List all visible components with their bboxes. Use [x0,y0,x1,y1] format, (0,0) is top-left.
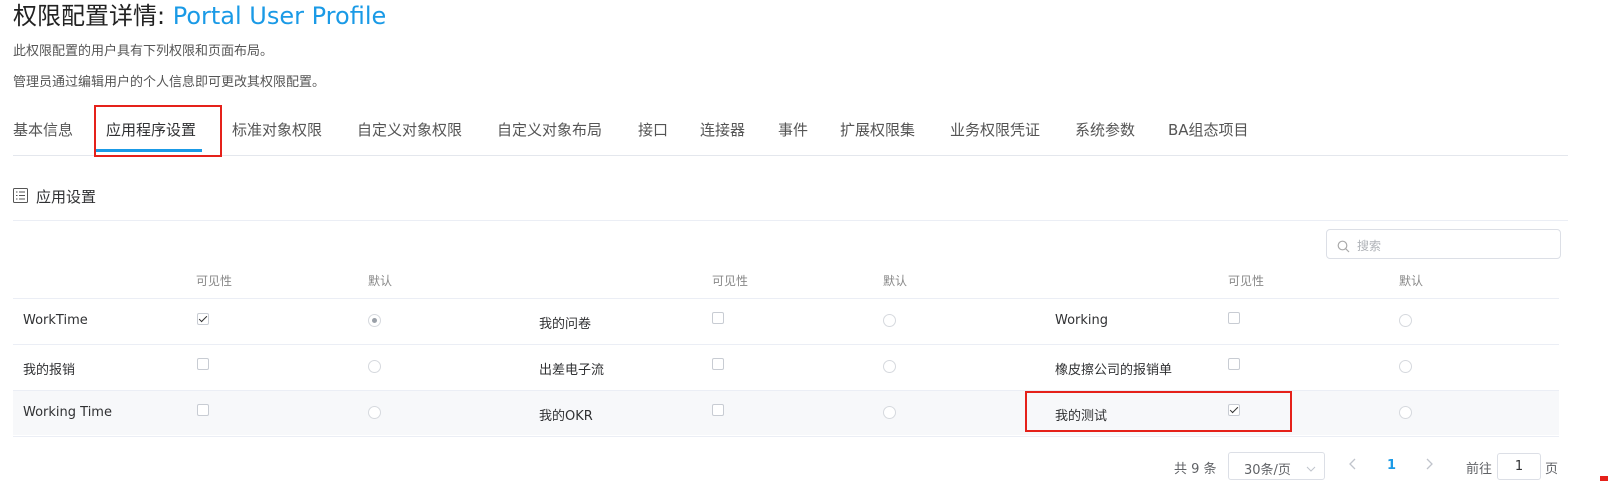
section-title: 应用设置 [36,188,97,206]
pagination-total: 共 9 条 [1174,462,1217,477]
tab-standard-object-permissions[interactable]: 标准对象权限 [232,119,322,140]
tab-highlight-box [94,105,222,157]
column-header-visibility: 可见性 [196,274,233,288]
app-name: WorkTime [23,313,88,328]
default-radio[interactable] [883,406,896,419]
app-name: Working [1055,313,1109,328]
row-highlight-box [1025,391,1292,432]
section-divider [13,220,1568,221]
visibility-checkbox[interactable] [197,313,209,325]
search-box[interactable]: 搜索 [1326,229,1561,259]
description-line-2: 管理员通过编辑用户的个人信息即可更改其权限配置。 [13,75,326,90]
list-icon [13,188,28,207]
tab-custom-object-layout[interactable]: 自定义对象布局 [497,119,602,140]
default-radio[interactable] [1399,314,1412,327]
goto-page-input[interactable]: 1 [1497,453,1541,480]
search-icon [1337,238,1350,257]
goto-suffix: 页 [1545,462,1559,477]
table-row-divider [13,344,1559,345]
visibility-checkbox[interactable] [1228,312,1240,324]
tab-ba-config-items[interactable]: BA组态项目 [1168,119,1249,140]
table-row-stripe [13,390,1559,435]
tab-interfaces[interactable]: 接口 [638,119,668,140]
table-row-divider [13,298,1559,299]
page-title-prefix: 权限配置详情: [13,2,173,30]
chevron-down-icon [1306,459,1316,478]
profile-name: Portal User Profile [172,2,387,30]
default-radio[interactable] [368,314,381,327]
default-radio[interactable] [883,314,896,327]
tab-bar: 基本信息 应用程序设置 标准对象权限 自定义对象权限 自定义对象布局 接口 连接… [13,115,1568,156]
visibility-checkbox[interactable] [197,358,209,370]
default-radio[interactable] [1399,360,1412,373]
visibility-checkbox[interactable] [1228,358,1240,370]
column-header-visibility: 可见性 [712,274,749,288]
page-number-current[interactable]: 1 [1387,458,1396,473]
default-radio[interactable] [883,360,896,373]
app-name: 橡皮擦公司的报销单 [1055,363,1173,378]
default-radio[interactable] [368,406,381,419]
tab-custom-object-permissions[interactable]: 自定义对象权限 [357,119,462,140]
column-header-default: 默认 [1399,274,1424,288]
page-title: 权限配置详情: Portal User Profile [13,0,386,31]
corner-mark [1600,476,1608,481]
tab-basic-info[interactable]: 基本信息 [13,119,73,140]
app-name: 我的问卷 [539,317,592,332]
visibility-checkbox[interactable] [712,404,724,416]
default-radio[interactable] [368,360,381,373]
app-name: 我的报销 [23,363,76,378]
visibility-checkbox[interactable] [712,312,724,324]
visibility-checkbox[interactable] [197,404,209,416]
description-line-1: 此权限配置的用户具有下列权限和页面布局。 [13,44,274,59]
app-name: 出差电子流 [539,363,605,378]
search-placeholder: 搜索 [1357,239,1382,253]
tab-connectors[interactable]: 连接器 [700,119,745,140]
app-name: 我的OKR [539,409,593,424]
tab-events[interactable]: 事件 [778,119,808,140]
page-size-select[interactable]: 30条/页 [1228,452,1325,480]
table-row-divider [13,390,1559,391]
tab-business-credentials[interactable]: 业务权限凭证 [950,119,1040,140]
column-header-default: 默认 [368,274,393,288]
visibility-checkbox[interactable] [712,358,724,370]
column-header-visibility: 可见性 [1228,274,1265,288]
table-row-divider [13,436,1559,437]
app-name: Working Time [23,405,112,420]
next-page-button[interactable] [1422,455,1436,477]
goto-label: 前往 [1466,462,1493,477]
default-radio[interactable] [1399,406,1412,419]
prev-page-button[interactable] [1346,455,1360,477]
tab-extended-permission-sets[interactable]: 扩展权限集 [840,119,915,140]
tab-system-parameters[interactable]: 系统参数 [1075,119,1135,140]
page-size-value: 30条/页 [1244,463,1291,478]
column-header-default: 默认 [883,274,908,288]
